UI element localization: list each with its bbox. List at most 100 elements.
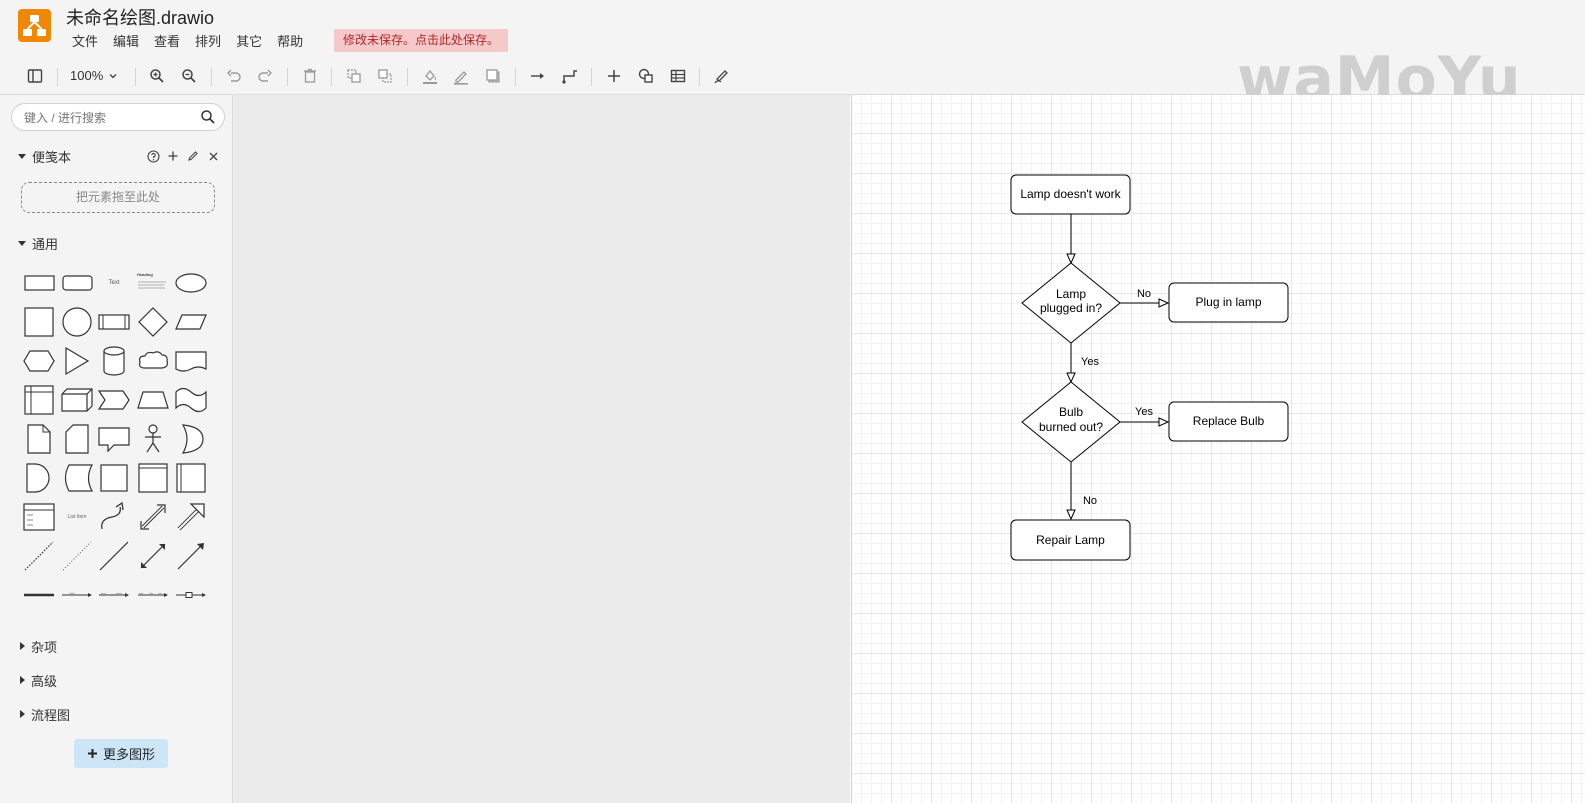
zoom-in-button[interactable] bbox=[146, 65, 168, 87]
fill-color-button[interactable] bbox=[419, 65, 441, 87]
textbox-shape[interactable]: Heading bbox=[135, 265, 171, 301]
menu-file[interactable]: 文件 bbox=[72, 33, 98, 51]
connector-two-labels-shape[interactable] bbox=[96, 577, 132, 613]
format-panel-icon bbox=[27, 69, 43, 83]
tape-shape[interactable] bbox=[173, 382, 209, 418]
connection-style-button[interactable] bbox=[527, 65, 549, 87]
help-button[interactable] bbox=[144, 148, 162, 164]
delay-shape[interactable] bbox=[21, 460, 57, 496]
zoom-out-button[interactable] bbox=[178, 65, 200, 87]
hexagon-shape[interactable] bbox=[21, 343, 57, 379]
zoom-in-icon bbox=[150, 69, 164, 83]
rectangle-shape[interactable] bbox=[21, 265, 57, 301]
freehand-button[interactable] bbox=[711, 65, 733, 87]
card-shape[interactable] bbox=[59, 421, 95, 457]
stored-data-shape[interactable] bbox=[59, 460, 95, 496]
section-advanced[interactable]: 高级 bbox=[18, 671, 57, 689]
connector-symbol-shape[interactable] bbox=[173, 577, 209, 613]
line-color-button[interactable] bbox=[450, 65, 472, 87]
vertical-swimlane-shape[interactable] bbox=[173, 460, 209, 496]
diamond-shape[interactable] bbox=[135, 304, 171, 340]
list-item-shape[interactable]: List Item bbox=[59, 499, 95, 535]
diagram-canvas[interactable]: No Yes Yes No Lamp doesn't work Lamp plu… bbox=[851, 95, 1585, 803]
caret-right-icon bbox=[20, 642, 25, 650]
delete-icon bbox=[304, 68, 316, 83]
pencil-icon bbox=[188, 151, 198, 161]
trapezoid-shape[interactable] bbox=[135, 382, 171, 418]
cube-shape[interactable] bbox=[59, 382, 95, 418]
actor-shape[interactable] bbox=[135, 421, 171, 457]
menu-help[interactable]: 帮助 bbox=[277, 33, 303, 51]
note-shape[interactable] bbox=[21, 421, 57, 457]
add-button[interactable] bbox=[164, 148, 182, 164]
search-icon[interactable] bbox=[200, 109, 216, 125]
unsaved-changes-button[interactable]: 修改未保存。点击此处保存。 bbox=[334, 29, 508, 52]
document-shape[interactable] bbox=[173, 343, 209, 379]
close-button[interactable] bbox=[204, 148, 222, 164]
dashed-line-shape[interactable] bbox=[21, 538, 57, 574]
menu-arrange[interactable]: 排列 bbox=[195, 33, 221, 51]
internal-storage-shape[interactable] bbox=[21, 382, 57, 418]
directional-connector-shape[interactable] bbox=[173, 538, 209, 574]
section-flowchart[interactable]: 流程图 bbox=[18, 705, 70, 723]
help-icon bbox=[146, 149, 160, 163]
general-shapes-grid: Text Heading List Item bbox=[18, 265, 218, 605]
table-button[interactable] bbox=[667, 65, 689, 87]
cloud-shape[interactable] bbox=[135, 343, 171, 379]
section-scratchpad[interactable]: 便笺本 bbox=[18, 147, 71, 165]
step-shape[interactable] bbox=[96, 382, 132, 418]
delete-button[interactable] bbox=[299, 65, 321, 87]
connector-three-labels-shape[interactable] bbox=[135, 577, 171, 613]
circle-shape[interactable] bbox=[59, 304, 95, 340]
search-box bbox=[11, 103, 225, 131]
rounded-rectangle-shape[interactable] bbox=[59, 265, 95, 301]
close-icon bbox=[209, 152, 217, 160]
section-advanced-label: 高级 bbox=[31, 673, 58, 689]
document-title[interactable]: 未命名绘图.drawio bbox=[66, 4, 214, 30]
or-shape[interactable] bbox=[173, 421, 209, 457]
square-shape[interactable] bbox=[21, 304, 57, 340]
parallelogram-shape[interactable] bbox=[173, 304, 209, 340]
swimlane-shape[interactable] bbox=[135, 460, 171, 496]
drawio-logo bbox=[18, 9, 51, 42]
list-shape[interactable] bbox=[21, 499, 57, 535]
shadow-button[interactable] bbox=[482, 65, 504, 87]
cylinder-shape[interactable] bbox=[96, 343, 132, 379]
edge-label-yes: Yes bbox=[1081, 356, 1099, 368]
process-shape[interactable] bbox=[96, 304, 132, 340]
container-shape[interactable] bbox=[96, 460, 132, 496]
arrow-shape[interactable] bbox=[173, 499, 209, 535]
toolbar-separator bbox=[331, 68, 332, 86]
section-misc[interactable]: 杂项 bbox=[18, 637, 57, 655]
connector-label-shape[interactable] bbox=[59, 577, 95, 613]
section-general[interactable]: 通用 bbox=[18, 234, 58, 252]
undo-button[interactable] bbox=[223, 65, 245, 87]
more-shapes-button[interactable]: 更多图形 bbox=[74, 739, 168, 768]
line-shape[interactable] bbox=[96, 538, 132, 574]
insert-button[interactable] bbox=[603, 65, 625, 87]
link-shape[interactable] bbox=[21, 577, 57, 613]
to-back-button[interactable] bbox=[374, 65, 396, 87]
waypoints-button[interactable] bbox=[559, 65, 581, 87]
to-front-button[interactable] bbox=[343, 65, 365, 87]
node-plug-in-lamp-label: Plug in lamp bbox=[1195, 295, 1261, 309]
format-panel-button[interactable] bbox=[24, 65, 46, 87]
menu-edit[interactable]: 编辑 bbox=[113, 33, 139, 51]
dotted-line-shape[interactable] bbox=[59, 538, 95, 574]
bidirectional-arrow-shape[interactable] bbox=[135, 499, 171, 535]
triangle-shape[interactable] bbox=[59, 343, 95, 379]
bidirectional-connector-shape[interactable] bbox=[135, 538, 171, 574]
callout-shape[interactable] bbox=[96, 421, 132, 457]
text-shape[interactable]: Text bbox=[96, 265, 132, 301]
menu-view[interactable]: 查看 bbox=[154, 33, 180, 51]
menu-extras[interactable]: 其它 bbox=[236, 33, 262, 51]
shapes-button[interactable] bbox=[635, 65, 657, 87]
redo-button[interactable] bbox=[254, 65, 276, 87]
curve-shape[interactable] bbox=[96, 499, 132, 535]
scratchpad-drop-zone[interactable]: 把元素拖至此处 bbox=[21, 182, 215, 213]
ellipse-shape[interactable] bbox=[173, 265, 209, 301]
plus-icon bbox=[87, 749, 97, 758]
zoom-select[interactable]: 100% bbox=[70, 65, 119, 87]
search-input[interactable] bbox=[22, 108, 196, 128]
edit-button[interactable] bbox=[184, 148, 202, 164]
